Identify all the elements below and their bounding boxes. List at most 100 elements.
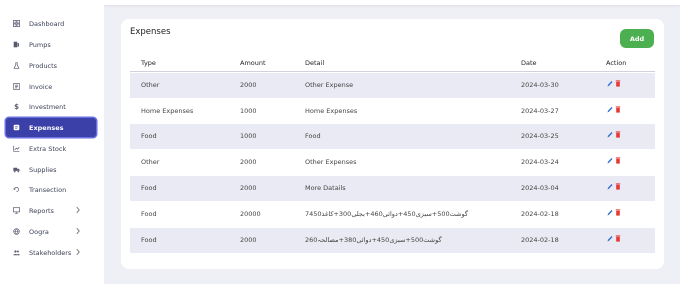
cell-amount: 1000 bbox=[240, 107, 257, 115]
sidebar-item-label: Stakeholders bbox=[29, 248, 72, 257]
row-actions bbox=[607, 106, 621, 113]
sidebar-item-transection[interactable]: Transection bbox=[6, 180, 96, 199]
cell-date: 2024-02-18 bbox=[521, 236, 559, 244]
row-actions bbox=[607, 131, 621, 138]
row-actions bbox=[607, 183, 621, 190]
sidebar-item-label: Dashboard bbox=[29, 19, 65, 28]
monitor-icon bbox=[12, 206, 21, 215]
table-row: Food 2000 گوشت500+سبزی450+دوائی380+مصالح… bbox=[130, 228, 655, 253]
cell-amount: 2000 bbox=[240, 158, 257, 166]
pump-icon bbox=[12, 40, 21, 49]
cell-type: Food bbox=[141, 210, 157, 218]
table-row: Food 20000 گوشت500+سبزی450+دوائی460+بجلی… bbox=[130, 202, 655, 227]
cell-type: Food bbox=[141, 184, 157, 192]
chart-icon bbox=[12, 144, 21, 153]
cell-amount: 2000 bbox=[240, 236, 257, 244]
table-header: Type Amount Detail Date Action bbox=[130, 53, 655, 72]
table-row: Other 2000 Other Expense 2024-03-30 bbox=[130, 73, 655, 98]
cell-detail: Food bbox=[305, 132, 321, 140]
cell-detail: More Datails bbox=[305, 184, 346, 192]
truck-icon bbox=[12, 165, 21, 174]
cell-amount: 1000 bbox=[240, 132, 257, 140]
cell-detail: گوشت500+سبزی450+دوائی460+بجلی300+کاغذ745… bbox=[305, 210, 468, 218]
sidebar-item-label: Transection bbox=[29, 185, 67, 194]
cell-date: 2024-03-25 bbox=[521, 132, 559, 140]
edit-pencil-icon[interactable] bbox=[607, 131, 613, 138]
table-row: Other 2000 Other Expenses 2024-03-24 bbox=[130, 150, 655, 175]
sidebar-item-label: Products bbox=[29, 61, 58, 70]
edit-pencil-icon[interactable] bbox=[607, 106, 613, 113]
cell-type: Food bbox=[141, 236, 157, 244]
sidebar-item-reports[interactable]: Reports bbox=[6, 201, 96, 220]
sidebar-item-label: Invoice bbox=[29, 82, 53, 91]
edit-pencil-icon[interactable] bbox=[607, 183, 613, 190]
sidebar-item-extra-stock[interactable]: Extra Stock bbox=[6, 139, 96, 158]
chevron-right-icon bbox=[74, 227, 82, 235]
cell-detail: Other Expenses bbox=[305, 158, 357, 166]
cell-date: 2024-02-18 bbox=[521, 210, 559, 218]
row-actions bbox=[607, 80, 621, 87]
sidebar-item-invoice[interactable]: Invoice bbox=[6, 77, 96, 96]
add-expense-button[interactable]: Add bbox=[620, 29, 654, 48]
delete-trash-icon[interactable] bbox=[615, 80, 621, 87]
column-header-date: Date bbox=[521, 59, 537, 67]
sidebar-item-label: Supplies bbox=[29, 165, 57, 174]
cell-type: Other bbox=[141, 81, 160, 89]
delete-trash-icon[interactable] bbox=[615, 235, 621, 242]
sidebar-item-dashboard[interactable]: Dashboard bbox=[6, 14, 96, 33]
delete-trash-icon[interactable] bbox=[615, 106, 621, 113]
users-icon bbox=[12, 248, 21, 257]
sidebar-item-expenses[interactable]: Expenses bbox=[6, 118, 96, 137]
cell-date: 2024-03-30 bbox=[521, 81, 559, 89]
cell-amount: 2000 bbox=[240, 184, 257, 192]
delete-trash-icon[interactable] bbox=[615, 157, 621, 164]
cell-detail: Other Expense bbox=[305, 81, 354, 89]
sidebar-item-supplies[interactable]: Supplies bbox=[6, 160, 96, 179]
sidebar-item-stakeholders[interactable]: Stakeholders bbox=[6, 243, 96, 262]
dollar-icon: $ bbox=[14, 102, 19, 111]
sidebar-item-oogra[interactable]: Oogra bbox=[6, 222, 96, 241]
exchange-icon bbox=[12, 185, 21, 194]
table-row: Home Expenses 1000 Home Expenses 2024-03… bbox=[130, 99, 655, 124]
cell-date: 2024-03-04 bbox=[521, 184, 559, 192]
row-actions bbox=[607, 209, 621, 216]
sidebar-item-label: Pumps bbox=[29, 40, 51, 49]
row-actions bbox=[607, 157, 621, 164]
cell-amount: 20000 bbox=[240, 210, 261, 218]
sidebar-item-label: Oogra bbox=[29, 227, 49, 236]
globe-icon bbox=[12, 227, 21, 236]
row-actions bbox=[607, 235, 621, 242]
chevron-right-icon bbox=[74, 206, 82, 214]
sidebar-item-pumps[interactable]: Pumps bbox=[6, 35, 96, 54]
column-header-amount: Amount bbox=[240, 59, 266, 67]
sidebar: Dashboard Pumps Products Invoice $ Inves… bbox=[0, 0, 104, 284]
cell-type: Other bbox=[141, 158, 160, 166]
cell-amount: 2000 bbox=[240, 81, 257, 89]
cell-detail: Home Expenses bbox=[305, 107, 358, 115]
sidebar-item-products[interactable]: Products bbox=[6, 56, 96, 75]
cell-type: Food bbox=[141, 132, 157, 140]
column-header-detail: Detail bbox=[305, 59, 325, 67]
chevron-right-icon bbox=[74, 248, 82, 256]
edit-pencil-icon[interactable] bbox=[607, 235, 613, 242]
cell-date: 2024-03-27 bbox=[521, 107, 559, 115]
top-bar bbox=[104, 0, 680, 5]
edit-pencil-icon[interactable] bbox=[607, 157, 613, 164]
sidebar-item-label: Extra Stock bbox=[29, 144, 67, 153]
delete-trash-icon[interactable] bbox=[615, 131, 621, 138]
dashboard-icon bbox=[12, 19, 21, 28]
sidebar-item-label: Investment bbox=[29, 102, 66, 111]
delete-trash-icon[interactable] bbox=[615, 183, 621, 190]
table-row: Food 2000 More Datails 2024-03-04 bbox=[130, 176, 655, 201]
cell-type: Home Expenses bbox=[141, 107, 194, 115]
invoice-icon bbox=[12, 82, 21, 91]
expenses-card: Expenses Add Type Amount Detail Date Act… bbox=[121, 19, 664, 269]
edit-pencil-icon[interactable] bbox=[607, 209, 613, 216]
delete-trash-icon[interactable] bbox=[615, 209, 621, 216]
edit-pencil-icon[interactable] bbox=[607, 80, 613, 87]
sidebar-item-investment[interactable]: $ Investment bbox=[6, 97, 96, 116]
column-header-action: Action bbox=[606, 59, 627, 67]
column-header-type: Type bbox=[141, 59, 156, 67]
sidebar-item-label: Expenses bbox=[29, 123, 64, 132]
table-row: Food 1000 Food 2024-03-25 bbox=[130, 124, 655, 149]
